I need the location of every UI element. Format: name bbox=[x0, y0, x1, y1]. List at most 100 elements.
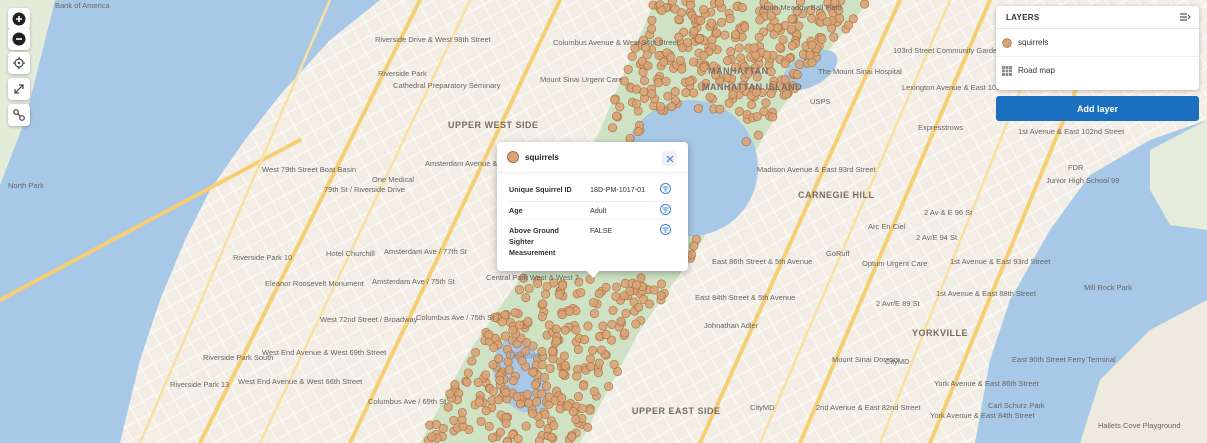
squirrel-point[interactable] bbox=[752, 111, 762, 122]
squirrel-point[interactable] bbox=[685, 76, 695, 86]
squirrel-point[interactable] bbox=[493, 395, 504, 405]
squirrel-point[interactable] bbox=[567, 432, 577, 442]
squirrel-point[interactable] bbox=[467, 356, 477, 366]
squirrel-point[interactable] bbox=[725, 14, 735, 24]
squirrel-point[interactable] bbox=[586, 362, 596, 372]
squirrel-point[interactable] bbox=[572, 371, 582, 381]
squirrel-point[interactable] bbox=[476, 416, 486, 426]
squirrel-point[interactable] bbox=[656, 290, 666, 301]
squirrel-point[interactable] bbox=[677, 64, 687, 74]
squirrel-point[interactable] bbox=[659, 57, 669, 67]
squirrel-point[interactable] bbox=[715, 104, 725, 114]
close-button[interactable] bbox=[662, 151, 677, 166]
squirrel-point[interactable] bbox=[537, 360, 547, 370]
squirrel-point[interactable] bbox=[632, 99, 642, 109]
squirrel-point[interactable] bbox=[589, 297, 599, 308]
squirrel-point[interactable] bbox=[755, 15, 765, 25]
squirrel-point[interactable] bbox=[741, 137, 751, 147]
squirrel-point[interactable] bbox=[807, 13, 817, 23]
squirrel-point[interactable] bbox=[608, 305, 618, 316]
squirrel-point[interactable] bbox=[608, 123, 618, 133]
squirrel-point[interactable] bbox=[817, 34, 827, 44]
squirrel-point[interactable] bbox=[620, 328, 630, 338]
squirrel-point[interactable] bbox=[576, 287, 586, 298]
squirrel-point[interactable] bbox=[688, 57, 699, 67]
squirrel-point[interactable] bbox=[682, 37, 693, 48]
squirrel-point[interactable] bbox=[730, 30, 741, 40]
squirrel-point[interactable] bbox=[548, 354, 558, 364]
squirrel-point[interactable] bbox=[681, 88, 691, 98]
squirrel-point[interactable] bbox=[604, 381, 614, 392]
squirrel-point[interactable] bbox=[537, 312, 547, 322]
squirrel-point[interactable] bbox=[714, 0, 724, 8]
squirrel-point[interactable] bbox=[542, 281, 552, 292]
squirrel-point[interactable] bbox=[596, 345, 607, 355]
squirrel-point[interactable] bbox=[542, 381, 552, 391]
squirrel-point[interactable] bbox=[705, 92, 715, 102]
squirrel-point[interactable] bbox=[559, 351, 569, 361]
squirrel-point[interactable] bbox=[616, 316, 626, 326]
filter-button[interactable] bbox=[660, 224, 671, 235]
squirrel-point[interactable] bbox=[504, 365, 514, 375]
squirrel-point[interactable] bbox=[601, 282, 611, 292]
squirrel-point[interactable] bbox=[689, 88, 699, 98]
squirrel-point[interactable] bbox=[643, 61, 653, 71]
squirrel-point[interactable] bbox=[794, 59, 805, 70]
squirrel-point[interactable] bbox=[817, 11, 827, 21]
squirrel-point[interactable] bbox=[560, 361, 570, 371]
squirrel-point[interactable] bbox=[860, 0, 870, 9]
squirrel-point[interactable] bbox=[740, 22, 750, 32]
squirrel-point[interactable] bbox=[500, 331, 510, 341]
squirrel-point[interactable] bbox=[488, 386, 498, 396]
squirrel-point[interactable] bbox=[501, 418, 511, 428]
squirrel-point[interactable] bbox=[508, 376, 519, 386]
squirrel-point[interactable] bbox=[495, 375, 505, 385]
squirrel-point[interactable] bbox=[593, 368, 603, 378]
squirrel-point[interactable] bbox=[722, 56, 733, 66]
locate-button[interactable] bbox=[8, 52, 30, 74]
squirrel-point[interactable] bbox=[512, 392, 522, 402]
layer-item-squirrels[interactable]: squirrels bbox=[996, 29, 1199, 57]
squirrel-point[interactable] bbox=[450, 380, 460, 390]
squirrel-point[interactable] bbox=[564, 306, 574, 317]
squirrel-point[interactable] bbox=[501, 387, 511, 397]
squirrel-point[interactable] bbox=[513, 434, 523, 443]
filter-button[interactable] bbox=[660, 204, 671, 215]
squirrel-point[interactable] bbox=[775, 42, 785, 53]
squirrel-point[interactable] bbox=[611, 111, 622, 121]
squirrel-point[interactable] bbox=[594, 289, 604, 299]
squirrel-point[interactable] bbox=[579, 381, 589, 391]
squirrel-point[interactable] bbox=[609, 359, 619, 369]
squirrel-point[interactable] bbox=[689, 241, 699, 251]
squirrel-point[interactable] bbox=[540, 372, 550, 382]
squirrel-point[interactable] bbox=[580, 335, 590, 345]
squirrel-point[interactable] bbox=[474, 397, 484, 407]
squirrel-point[interactable] bbox=[571, 325, 581, 335]
squirrel-point[interactable] bbox=[577, 403, 587, 413]
squirrel-point[interactable] bbox=[541, 289, 551, 299]
squirrel-point[interactable] bbox=[489, 342, 499, 353]
squirrel-point[interactable] bbox=[611, 291, 621, 302]
squirrel-point[interactable] bbox=[508, 325, 518, 335]
squirrel-point[interactable] bbox=[787, 41, 797, 51]
squirrel-point[interactable] bbox=[675, 55, 685, 65]
squirrel-point[interactable] bbox=[573, 392, 584, 402]
squirrel-point[interactable] bbox=[737, 3, 747, 13]
measure-button[interactable] bbox=[8, 104, 30, 126]
squirrel-point[interactable] bbox=[598, 321, 608, 331]
squirrel-point[interactable] bbox=[583, 321, 593, 331]
squirrel-point[interactable] bbox=[521, 421, 531, 431]
squirrel-point[interactable] bbox=[753, 130, 763, 140]
squirrel-point[interactable] bbox=[762, 50, 772, 60]
squirrel-point[interactable] bbox=[843, 20, 854, 30]
squirrel-point[interactable] bbox=[601, 330, 611, 340]
squirrel-point[interactable] bbox=[457, 407, 467, 418]
squirrel-point[interactable] bbox=[585, 354, 596, 364]
squirrel-point[interactable] bbox=[502, 437, 512, 443]
squirrel-point[interactable] bbox=[639, 76, 650, 86]
squirrel-point[interactable] bbox=[523, 316, 533, 327]
squirrel-point[interactable] bbox=[438, 423, 448, 433]
squirrel-point[interactable] bbox=[594, 358, 604, 368]
squirrel-point[interactable] bbox=[583, 422, 593, 432]
squirrel-point[interactable] bbox=[449, 415, 459, 425]
